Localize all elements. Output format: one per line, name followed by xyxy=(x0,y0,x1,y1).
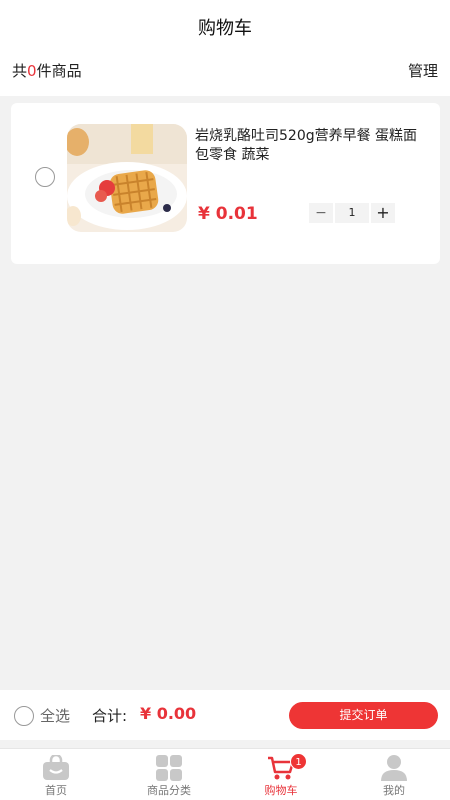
category-grid-icon xyxy=(156,755,182,781)
quantity-stepper: − 1 + xyxy=(309,203,395,223)
select-all-label[interactable]: 全选 xyxy=(40,705,70,726)
increase-quantity-button[interactable]: + xyxy=(371,203,395,223)
summary-prefix: 共 xyxy=(12,62,28,80)
tab-label: 我的 xyxy=(383,784,405,797)
item-count-summary: 共0件商品 xyxy=(12,60,82,81)
waffle-product-photo xyxy=(67,124,187,232)
decrease-quantity-button[interactable]: − xyxy=(309,203,333,223)
tab-profile[interactable]: 我的 xyxy=(338,749,450,800)
home-bag-icon xyxy=(43,755,69,780)
tab-category[interactable]: 商品分类 xyxy=(113,749,225,800)
tab-home[interactable]: 首页 xyxy=(0,749,112,800)
select-all-checkbox[interactable] xyxy=(14,706,34,726)
cart-badge: 1 xyxy=(290,753,307,770)
tab-bar: 首页 商品分类 购物车 我的 xyxy=(0,748,450,800)
cart-item: 岩烧乳酪吐司520g营养早餐 蛋糕面包零食 蔬菜 ¥ 0.01 − 1 + xyxy=(11,103,440,264)
total-value: ¥ 0.00 xyxy=(140,704,197,723)
tab-cart[interactable]: 购物车 xyxy=(225,749,337,800)
product-image[interactable] xyxy=(67,124,187,232)
item-select-checkbox[interactable] xyxy=(35,167,55,187)
product-name[interactable]: 岩烧乳酪吐司520g营养早餐 蛋糕面包零食 蔬菜 xyxy=(195,127,427,165)
quantity-input[interactable]: 1 xyxy=(335,203,369,223)
product-price: ¥ 0.01 xyxy=(198,204,258,224)
cart-page: 购物车 共0件商品 管理 岩烧乳酪吐司520g营养早餐 蛋糕面包零食 蔬菜 ¥ … xyxy=(0,0,450,800)
checkout-bar: 全选 合计: ¥ 0.00 提交订单 xyxy=(0,690,450,740)
manage-button[interactable]: 管理 xyxy=(408,60,438,81)
tab-label: 购物车 xyxy=(264,784,298,797)
tab-label: 商品分类 xyxy=(147,784,191,797)
submit-order-button[interactable]: 提交订单 xyxy=(289,702,438,729)
user-icon xyxy=(381,755,407,781)
total-label: 合计: xyxy=(92,707,128,725)
header: 购物车 共0件商品 管理 xyxy=(0,0,450,96)
summary-suffix: 件商品 xyxy=(36,62,82,80)
summary-count: 0 xyxy=(27,62,37,80)
tab-label: 首页 xyxy=(45,784,67,797)
page-title: 购物车 xyxy=(198,18,252,39)
